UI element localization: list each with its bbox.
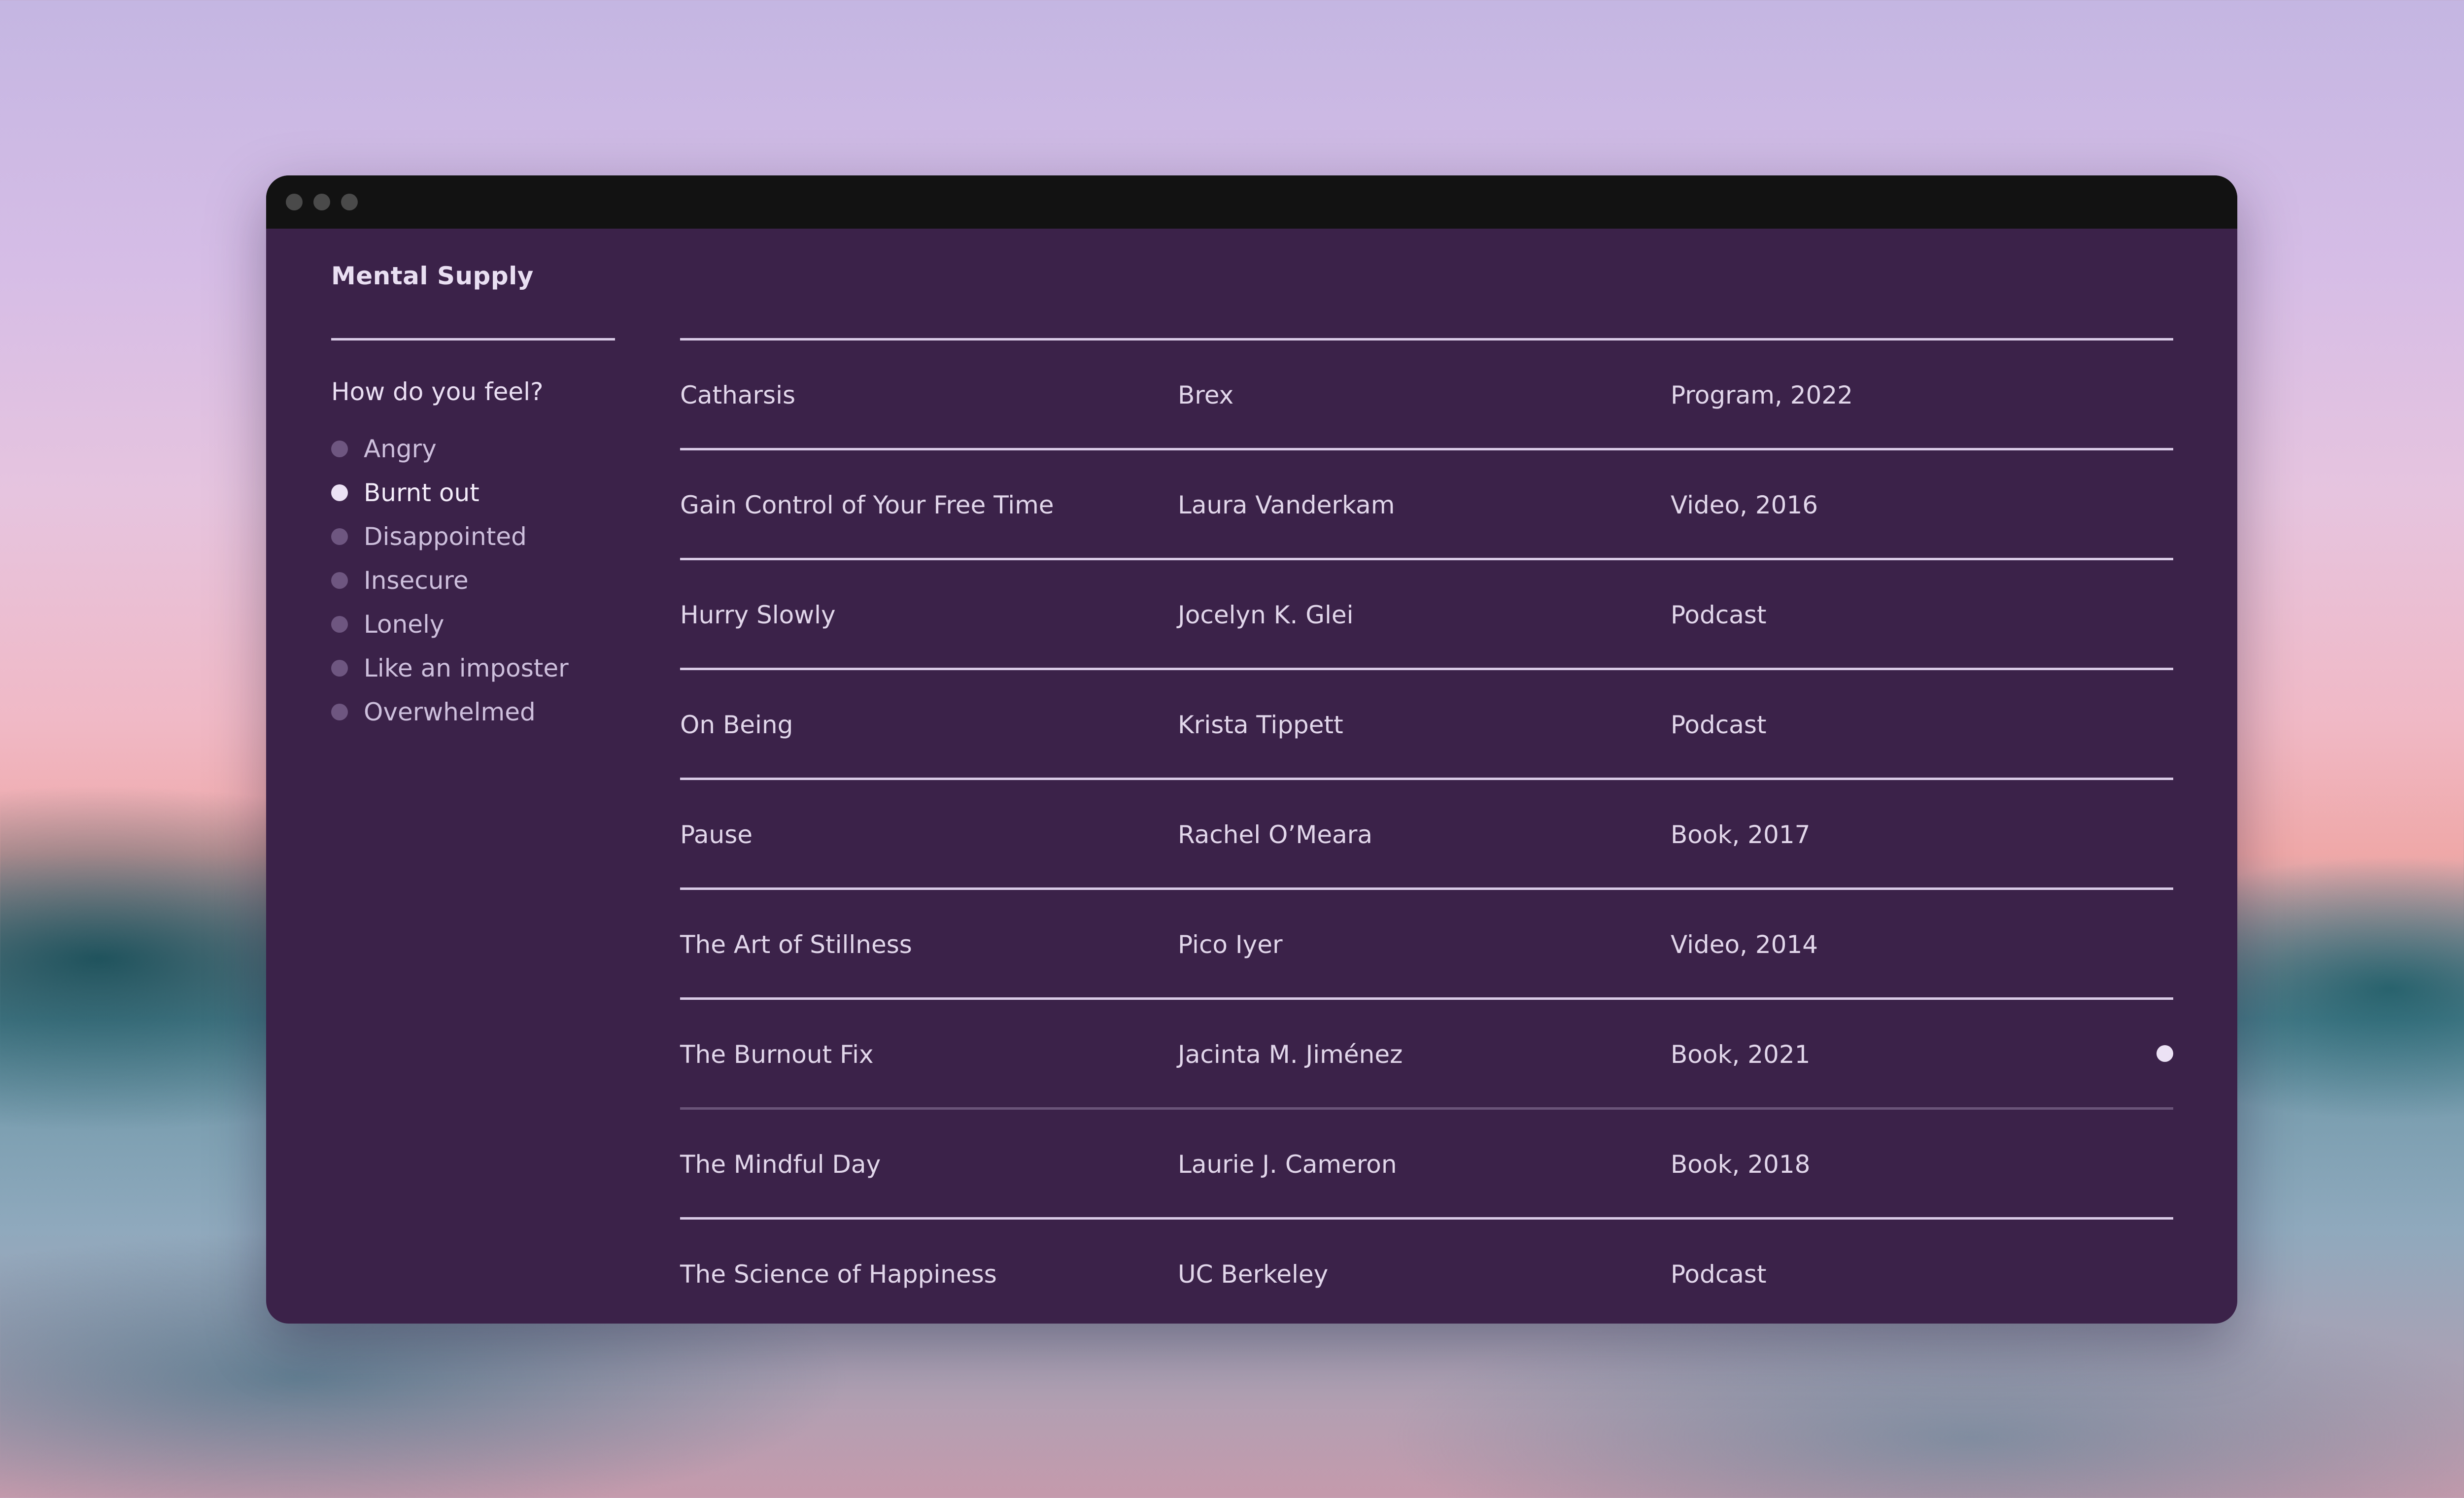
resource-row[interactable]: Pause Rachel O’Meara Book, 2017 — [680, 778, 2173, 887]
resource-row[interactable]: Catharsis Brex Program, 2022 — [680, 338, 2173, 448]
feeling-option[interactable]: Disappointed — [331, 514, 569, 558]
feeling-label: Overwhelmed — [364, 697, 536, 726]
resource-title: The Science of Happiness — [680, 1260, 997, 1289]
feeling-label: Lonely — [364, 610, 445, 639]
resource-type: Book, 2021 — [1671, 1040, 1811, 1069]
resource-row[interactable]: Hurry Slowly Jocelyn K. Glei Podcast — [680, 558, 2173, 668]
feeling-option[interactable]: Overwhelmed — [331, 690, 569, 734]
resource-title: Hurry Slowly — [680, 601, 836, 629]
sidebar-divider — [331, 338, 615, 340]
resource-row[interactable]: The Burnout Fix Jacinta M. Jiménez Book, 2… — [680, 997, 2173, 1107]
resource-row[interactable]: On Being Krista Tippett Podcast — [680, 668, 2173, 778]
radio-dot-icon — [331, 572, 348, 589]
radio-dot-icon — [331, 615, 348, 633]
resource-type: Podcast — [1671, 711, 1767, 739]
maximize-window-button[interactable] — [341, 194, 358, 210]
resource-type: Program, 2022 — [1671, 381, 1853, 409]
radio-dot-icon — [331, 484, 348, 501]
resource-author: Rachel O’Meara — [1178, 820, 1372, 849]
app-title[interactable]: Mental Supply — [331, 262, 534, 290]
title-bar — [266, 175, 2237, 229]
resource-type: Video, 2016 — [1671, 491, 1818, 519]
feelings-heading: How do you feel? — [331, 377, 544, 406]
feeling-label: Like an imposter — [364, 653, 569, 682]
feeling-option[interactable]: Insecure — [331, 558, 569, 602]
resource-title: Gain Control of Your Free Time — [680, 491, 1054, 519]
resource-type: Book, 2018 — [1671, 1150, 1811, 1179]
resource-type: Video, 2014 — [1671, 930, 1818, 959]
feeling-label: Insecure — [364, 566, 469, 595]
resource-title: The Mindful Day — [680, 1150, 881, 1179]
feeling-option[interactable]: Burnt out — [331, 471, 569, 514]
resource-row[interactable]: The Science of Happiness UC Berkeley Podca… — [680, 1217, 2173, 1324]
radio-dot-icon — [331, 659, 348, 677]
resource-author: Krista Tippett — [1178, 711, 1343, 739]
feeling-option[interactable]: Angry — [331, 427, 569, 471]
feeling-option[interactable]: Lonely — [331, 602, 569, 646]
resource-author: Brex — [1178, 381, 1234, 409]
resource-row[interactable]: Gain Control of Your Free Time Laura Vand… — [680, 448, 2173, 558]
active-dot-icon — [2156, 1045, 2173, 1062]
feeling-option[interactable]: Like an imposter — [331, 646, 569, 690]
minimize-window-button[interactable] — [313, 194, 330, 210]
resource-author: Pico Iyer — [1178, 930, 1283, 959]
resource-author: UC Berkeley — [1178, 1260, 1329, 1289]
resource-title: Catharsis — [680, 381, 796, 409]
resource-list: Catharsis Brex Program, 2022 Gain Control … — [680, 338, 2173, 1324]
app-window: Mental Supply How do you feel? Angry Bur… — [266, 175, 2237, 1324]
resource-title: The Burnout Fix — [680, 1040, 874, 1069]
resource-row[interactable]: The Art of Stillness Pico Iyer Video, 2014 — [680, 887, 2173, 997]
resource-author: Jocelyn K. Glei — [1178, 601, 1354, 629]
radio-dot-icon — [331, 703, 348, 720]
resource-type: Podcast — [1671, 1260, 1767, 1289]
feelings-list: Angry Burnt out Disappointed Insecure Lo… — [331, 427, 569, 734]
resource-title: On Being — [680, 711, 793, 739]
resource-row[interactable]: The Mindful Day Laurie J. Cameron Book, 20… — [680, 1107, 2173, 1217]
resource-author: Laurie J. Cameron — [1178, 1150, 1397, 1179]
resource-author: Jacinta M. Jiménez — [1178, 1040, 1403, 1069]
resource-type: Podcast — [1671, 601, 1767, 629]
radio-dot-icon — [331, 528, 348, 545]
feeling-label: Disappointed — [364, 522, 527, 551]
resource-type: Book, 2017 — [1671, 820, 1811, 849]
feeling-label: Angry — [364, 434, 437, 463]
close-window-button[interactable] — [286, 194, 303, 210]
resource-title: Pause — [680, 820, 753, 849]
feeling-label: Burnt out — [364, 478, 479, 507]
resource-title: The Art of Stillness — [680, 930, 912, 959]
resource-author: Laura Vanderkam — [1178, 491, 1395, 519]
radio-dot-icon — [331, 440, 348, 457]
